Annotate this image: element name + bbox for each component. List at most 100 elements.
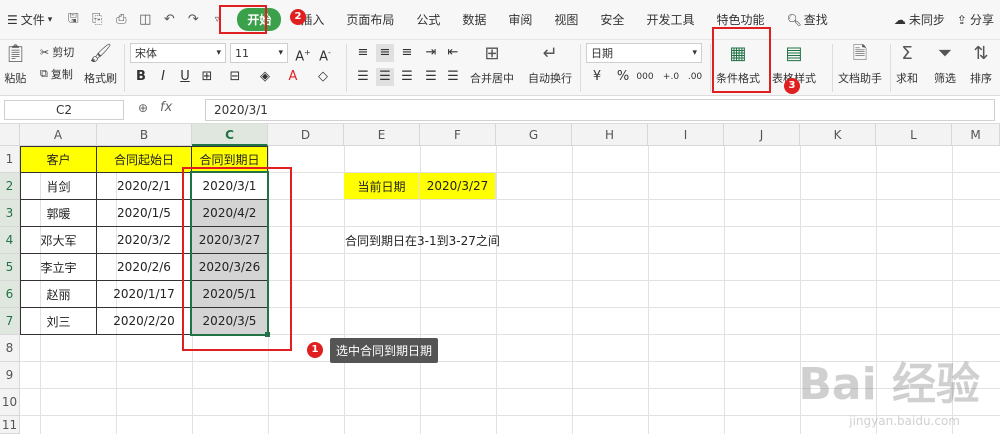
col-header-h[interactable]: H — [572, 124, 648, 146]
col-header-i[interactable]: I — [648, 124, 724, 146]
cell-a6[interactable]: 赵丽 — [20, 280, 97, 308]
italic-button[interactable]: I — [154, 68, 172, 86]
increase-font-icon[interactable]: A+ — [294, 44, 312, 64]
fill-handle[interactable] — [265, 332, 270, 337]
print-preview-icon[interactable]: ◫ — [137, 12, 153, 27]
border-icon[interactable]: ⊞ — [198, 68, 216, 86]
col-header-g[interactable]: G — [496, 124, 572, 146]
align-center-icon[interactable]: ☰ — [376, 68, 394, 86]
increase-decimal-button[interactable]: +.0 — [660, 68, 682, 86]
align-right-icon[interactable]: ☰ — [398, 68, 416, 86]
row-header-7[interactable]: 7 — [0, 308, 20, 335]
underline-button[interactable]: U — [176, 68, 194, 86]
row-header-4[interactable]: 4 — [0, 227, 20, 254]
cell-a3[interactable]: 郭暖 — [20, 199, 97, 227]
cell-b5[interactable]: 2020/2/6 — [96, 253, 192, 281]
doc-helper-button[interactable]: 🗎︎ 文档助手 — [838, 42, 882, 86]
cell-a4[interactable]: 邓大军 — [20, 226, 97, 254]
paste-button[interactable]: 📋︎ 粘贴 — [4, 42, 27, 86]
row-header-10[interactable]: 10 — [0, 389, 20, 416]
decrease-decimal-button[interactable]: .00 — [684, 68, 706, 86]
zoom-icon[interactable]: ⊕ — [138, 101, 148, 115]
col-header-j[interactable]: J — [724, 124, 800, 146]
col-header-k[interactable]: K — [800, 124, 876, 146]
cell-b7[interactable]: 2020/2/20 — [96, 307, 192, 335]
row-header-3[interactable]: 3 — [0, 200, 20, 227]
fx-icon[interactable]: fx — [160, 100, 172, 115]
font-size-select[interactable]: 11 ▾ — [230, 43, 288, 63]
undo-icon[interactable]: ↶ — [161, 12, 177, 27]
cell-c5[interactable]: 2020/3/26 — [191, 253, 268, 281]
col-header-a[interactable]: A — [20, 124, 97, 146]
share-button[interactable]: ⇪ 分享 — [957, 11, 994, 28]
redo-icon[interactable]: ↷ — [185, 12, 201, 27]
align-top-icon[interactable]: ≡ — [354, 44, 372, 62]
tab-review[interactable]: 审阅 — [497, 0, 543, 40]
clear-format-icon[interactable]: ◇ — [314, 68, 332, 86]
range-note[interactable]: 合同到期日在3-1到3-27之间 — [345, 232, 500, 249]
cell-b3[interactable]: 2020/1/5 — [96, 199, 192, 227]
cell-a2[interactable]: 肖剑 — [20, 172, 97, 200]
cell-c4[interactable]: 2020/3/27 — [191, 226, 268, 254]
conditional-format-button[interactable]: ▦ 条件格式 — [716, 42, 760, 86]
row-header-1[interactable]: 1 — [0, 146, 20, 173]
row-header-6[interactable]: 6 — [0, 281, 20, 308]
col-header-c[interactable]: C — [192, 124, 268, 146]
cell-style-icon[interactable]: ⊟ — [226, 68, 244, 86]
row-header-5[interactable]: 5 — [0, 254, 20, 281]
header-cell-end-date[interactable]: 合同到期日 — [191, 146, 268, 173]
print-icon[interactable]: ⎙ — [113, 12, 129, 27]
cell-b6[interactable]: 2020/1/17 — [96, 280, 192, 308]
tab-security[interactable]: 安全 — [589, 0, 635, 40]
justify-icon[interactable]: ☰ — [422, 68, 440, 86]
font-family-select[interactable]: 宋体 ▾ — [130, 43, 226, 63]
cell-b4[interactable]: 2020/3/2 — [96, 226, 192, 254]
font-color-icon[interactable]: A — [284, 68, 302, 86]
currency-icon[interactable]: ¥ — [588, 68, 606, 86]
bold-button[interactable]: B — [132, 68, 150, 86]
col-header-l[interactable]: L — [876, 124, 952, 146]
number-format-select[interactable]: 日期 ▾ — [586, 43, 702, 63]
cell-c2[interactable]: 2020/3/1 — [191, 172, 268, 200]
file-menu[interactable]: ☰ 文件 ▾ — [0, 0, 59, 40]
tab-view[interactable]: 视图 — [543, 0, 589, 40]
fill-color-icon[interactable]: ◈ — [256, 68, 274, 86]
tab-data[interactable]: 数据 — [451, 0, 497, 40]
merge-center-button[interactable]: ⊞ 合并居中 — [470, 42, 514, 86]
wrap-text-button[interactable]: ↵ 自动换行 — [528, 42, 572, 86]
outdent-icon[interactable]: ⇤ — [444, 44, 462, 62]
header-cell-start-date[interactable]: 合同起始日 — [96, 146, 192, 173]
filter-button[interactable]: ⏷ 筛选 — [934, 42, 956, 86]
col-header-m[interactable]: M — [952, 124, 1000, 146]
cell-c7[interactable]: 2020/3/5 — [191, 307, 268, 335]
copy-button[interactable]: ⧉ 复制 — [40, 66, 73, 82]
col-header-d[interactable]: D — [268, 124, 344, 146]
col-header-e[interactable]: E — [344, 124, 420, 146]
align-middle-icon[interactable]: ≡ — [376, 44, 394, 62]
format-painter-button[interactable]: 🖌︎ 格式刷 — [84, 42, 117, 86]
formula-input[interactable]: 2020/3/1 — [205, 99, 995, 121]
cell-a7[interactable]: 刘三 — [20, 307, 97, 335]
sync-button[interactable]: ☁ 未同步 — [894, 11, 945, 28]
header-cell-customer[interactable]: 客户 — [20, 146, 97, 173]
tab-developer[interactable]: 开发工具 — [635, 0, 705, 40]
current-date-value[interactable]: 2020/3/27 — [420, 173, 496, 200]
more-icon[interactable]: ▿ — [209, 14, 225, 25]
align-bottom-icon[interactable]: ≡ — [398, 44, 416, 62]
sum-button[interactable]: Σ 求和 — [896, 42, 918, 86]
tab-formula[interactable]: 公式 — [405, 0, 451, 40]
tab-special[interactable]: 特色功能 — [705, 0, 775, 40]
row-header-9[interactable]: 9 — [0, 362, 20, 389]
name-box[interactable]: C2 — [4, 100, 124, 120]
thousands-button[interactable]: 000 — [636, 68, 654, 86]
col-header-b[interactable]: B — [97, 124, 192, 146]
select-all-corner[interactable] — [0, 124, 20, 146]
distributed-icon[interactable]: ☰ — [444, 68, 462, 86]
current-date-label[interactable]: 当前日期 — [344, 173, 420, 200]
row-header-8[interactable]: 8 — [0, 335, 20, 362]
tab-page-layout[interactable]: 页面布局 — [335, 0, 405, 40]
cell-c6[interactable]: 2020/5/1 — [191, 280, 268, 308]
save-icon[interactable]: 🖫 — [65, 9, 81, 31]
row-header-2[interactable]: 2 — [0, 173, 20, 200]
row-header-11[interactable]: 11 — [0, 416, 20, 434]
